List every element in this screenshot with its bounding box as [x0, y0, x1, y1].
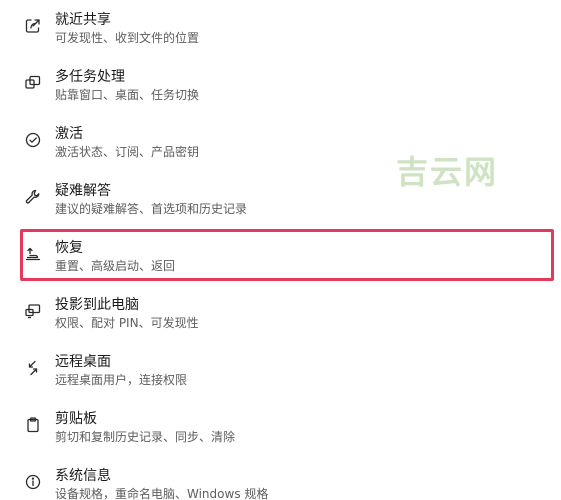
- settings-item-title: 系统信息: [55, 468, 111, 484]
- wrench-icon: [24, 188, 42, 206]
- settings-item-subtitle: 建议的疑难解答、首选项和历史记录: [55, 202, 248, 216]
- settings-item-subtitle: 激活状态、订阅、产品密钥: [55, 145, 200, 159]
- settings-item-subtitle: 剪切和复制历史记录、同步、清除: [55, 430, 236, 444]
- settings-item-title: 投影到此电脑: [55, 297, 139, 313]
- recovery-icon: [24, 245, 42, 263]
- settings-item-subtitle: 远程桌面用户，连接权限: [55, 373, 188, 387]
- settings-item-multitasking[interactable]: 多任务处理 贴靠窗口、桌面、任务切换: [0, 65, 561, 117]
- settings-item-title: 激活: [55, 126, 83, 142]
- settings-item-recovery[interactable]: 恢复 重置、高级启动、返回: [0, 236, 561, 288]
- settings-item-subtitle: 设备规格，重命名电脑、Windows 规格: [55, 487, 269, 500]
- settings-item-subtitle: 贴靠窗口、桌面、任务切换: [55, 88, 200, 102]
- settings-item-title: 剪贴板: [55, 411, 97, 427]
- share-icon: [24, 17, 42, 35]
- settings-item-subtitle: 可发现性、收到文件的位置: [55, 31, 200, 45]
- settings-item-clipboard[interactable]: 剪贴板 剪切和复制历史记录、同步、清除: [0, 407, 561, 459]
- settings-item-remote-desktop[interactable]: 远程桌面 远程桌面用户，连接权限: [0, 350, 561, 402]
- settings-item-title: 疑难解答: [55, 183, 111, 199]
- settings-page: 就近共享 可发现性、收到文件的位置 多任务处理 贴靠窗口、桌面、任务切换 激活 …: [0, 0, 561, 500]
- projector-icon: [24, 302, 42, 320]
- settings-item-title: 多任务处理: [55, 69, 125, 85]
- settings-item-title: 恢复: [55, 240, 83, 256]
- info-icon: [24, 473, 42, 491]
- settings-item-title: 就近共享: [55, 12, 111, 28]
- settings-item-nearby-sharing[interactable]: 就近共享 可发现性、收到文件的位置: [0, 8, 561, 60]
- multitask-icon: [24, 74, 42, 92]
- settings-item-title: 远程桌面: [55, 354, 111, 370]
- check-circle-icon: [24, 131, 42, 149]
- remote-desktop-icon: [24, 359, 42, 377]
- settings-item-subtitle: 重置、高级启动、返回: [55, 259, 176, 273]
- watermark: 吉云网: [396, 153, 499, 191]
- settings-item-about[interactable]: 系统信息 设备规格，重命名电脑、Windows 规格: [0, 464, 561, 500]
- settings-item-subtitle: 权限、配对 PIN、可发现性: [55, 316, 199, 330]
- settings-item-project-to-pc[interactable]: 投影到此电脑 权限、配对 PIN、可发现性: [0, 293, 561, 345]
- clipboard-icon: [24, 416, 42, 434]
